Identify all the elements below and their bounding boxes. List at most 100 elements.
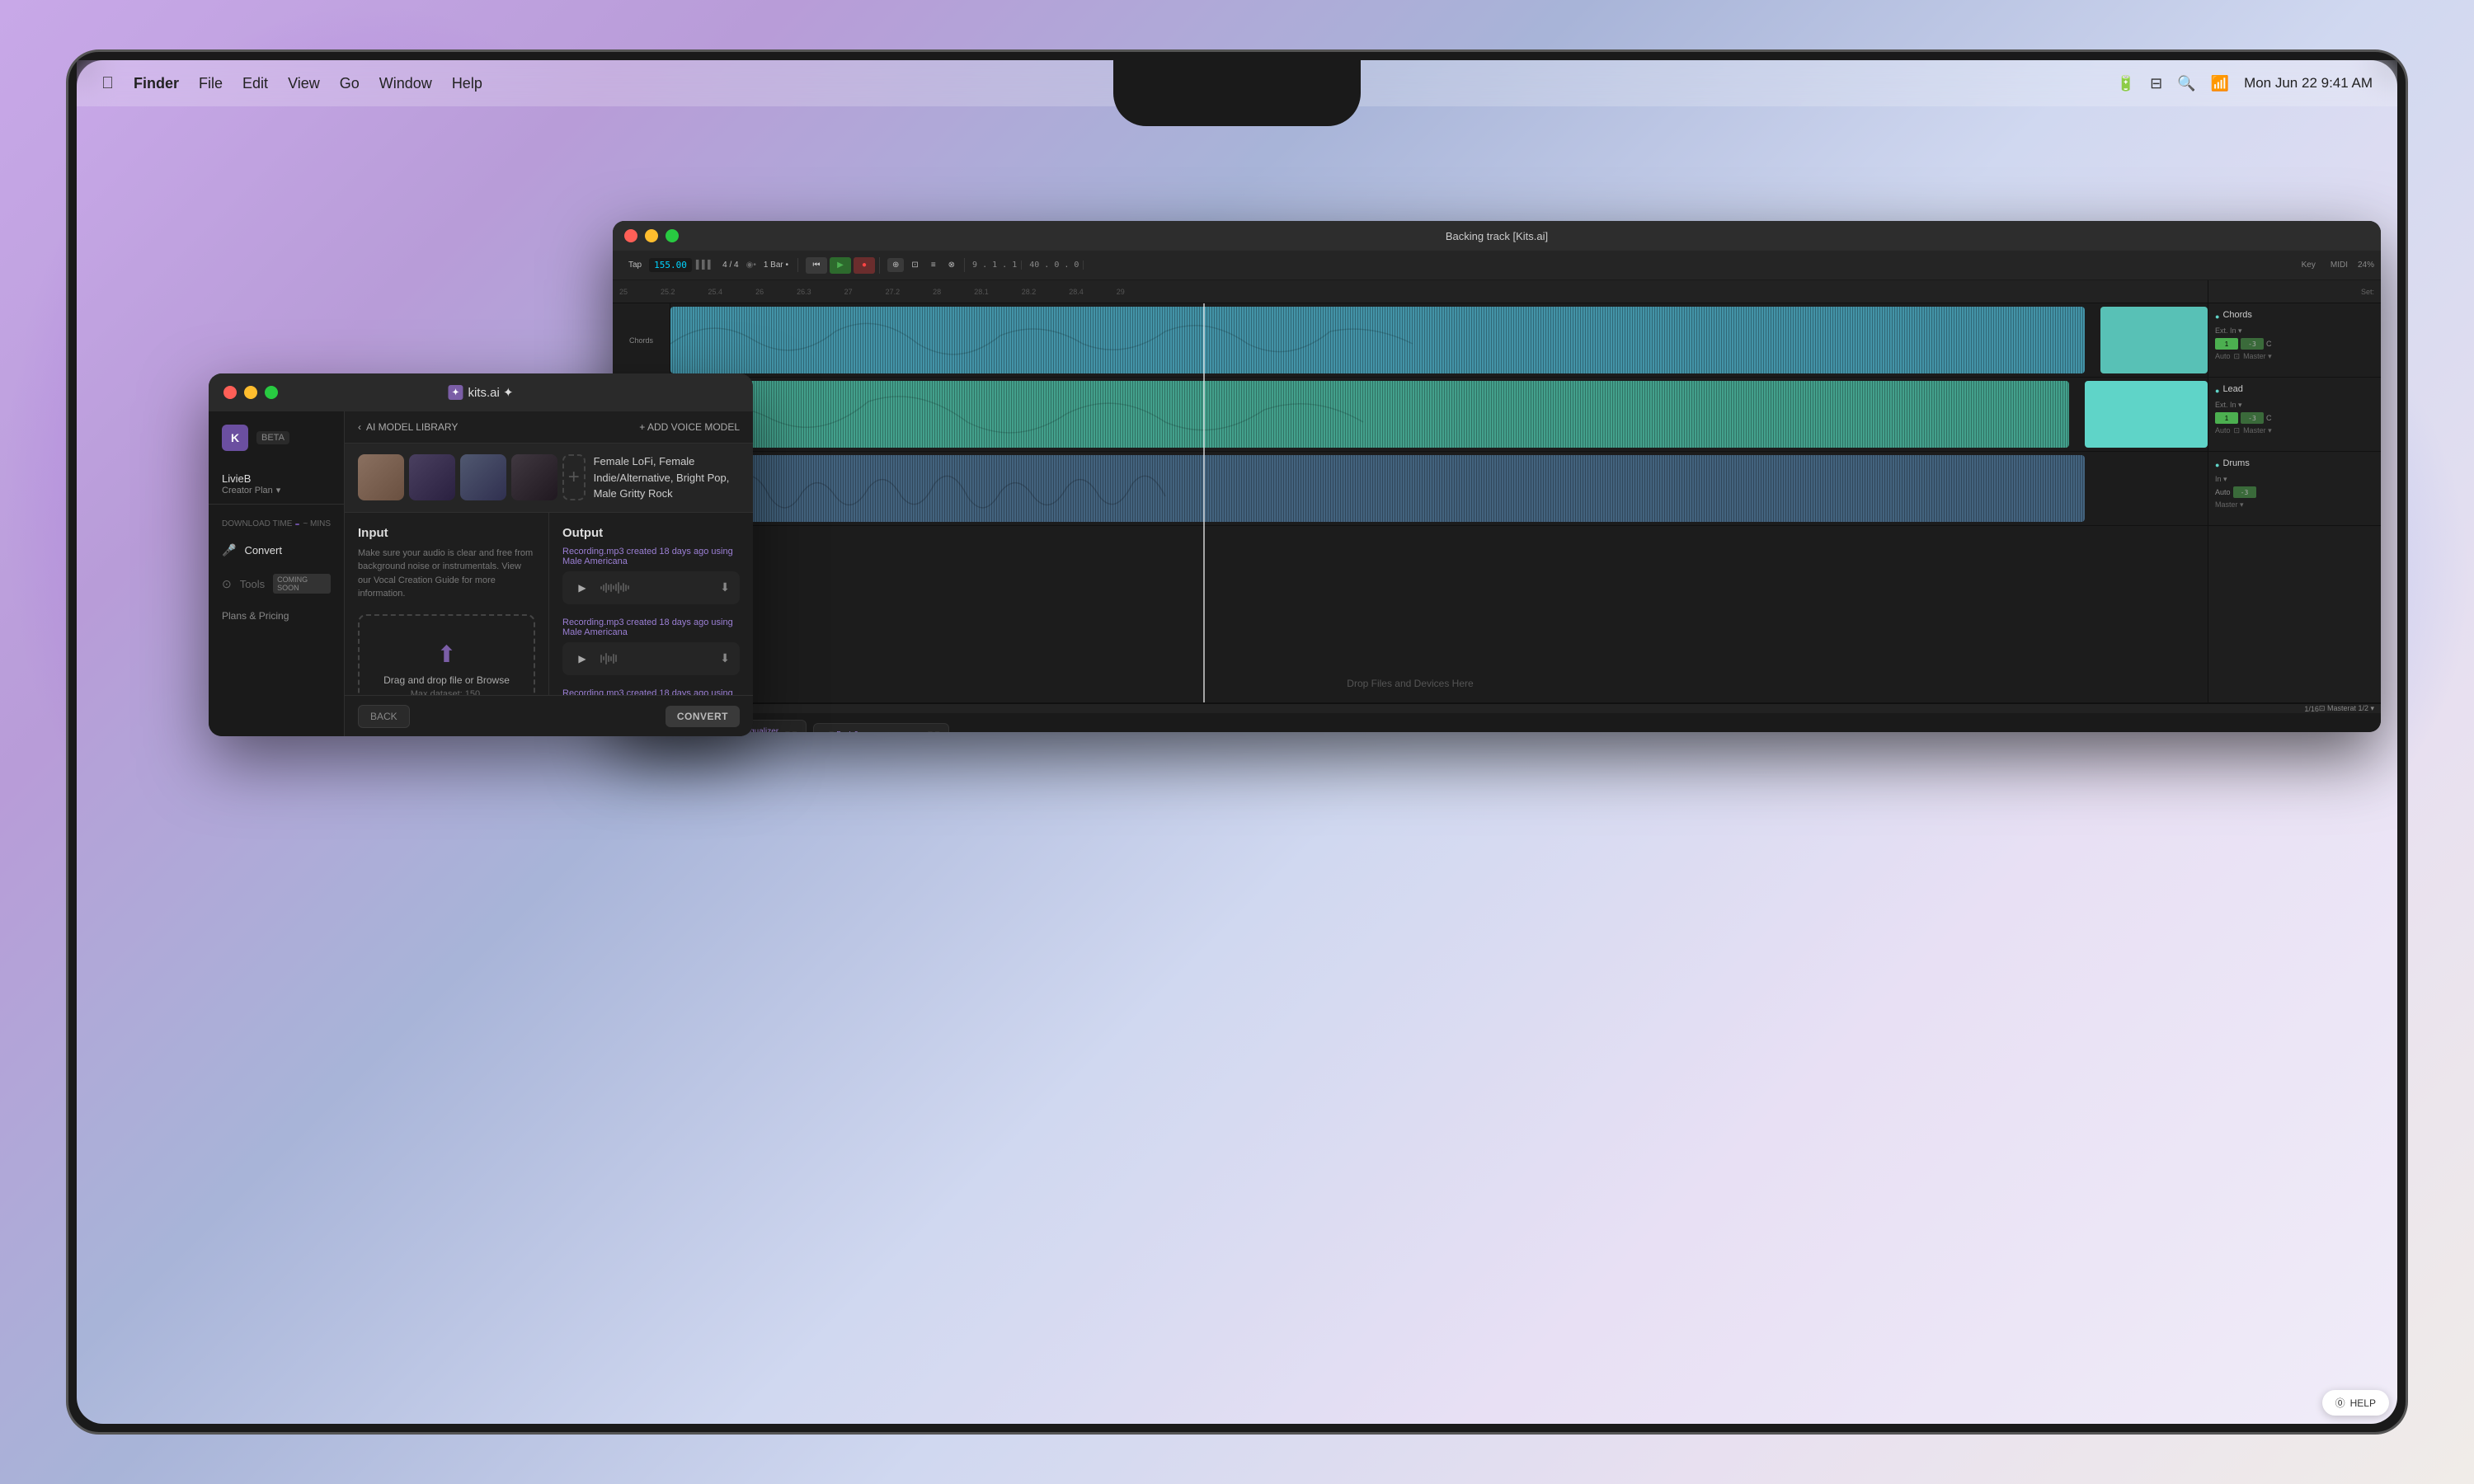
mode-btn-3[interactable]: ≡ bbox=[926, 258, 941, 272]
toolbar-tempo-group: Tap 155.00 ▌▌▌ 4 / 4 ◉• 1 Bar • bbox=[619, 258, 798, 272]
download-time: DOWNLOAD TIME ~ MINS bbox=[209, 513, 344, 535]
waveform-bar bbox=[615, 584, 617, 591]
logic-pos-bar: tor ● ⊡ 0:40 0:41 0:42 0:43 1/16 ⊡ Maste… bbox=[613, 703, 2381, 713]
waveform-1 bbox=[600, 581, 712, 594]
drop-text: Drag and drop file or Browse bbox=[376, 674, 517, 686]
logic-window: Backing track [Kits.ai] Tap 155.00 ▌▌▌ 4… bbox=[613, 221, 2381, 732]
menubar-clock: Mon Jun 22 9:41 AM bbox=[2244, 75, 2373, 92]
drums-track-content[interactable] bbox=[670, 452, 2208, 525]
model-card-3[interactable] bbox=[460, 454, 506, 500]
user-info: LivieB Creator Plan ▾ bbox=[209, 464, 344, 505]
play-button-2[interactable]: ▶ bbox=[572, 649, 592, 669]
drums-track-row: Drums bbox=[613, 452, 2208, 526]
add-model-card-button[interactable]: + bbox=[562, 454, 586, 500]
logic-sidebar: Set: ● Chords Ext. In ▾ 1 -3 C bbox=[2208, 280, 2381, 702]
logic-traffic-lights[interactable] bbox=[624, 229, 679, 242]
add-voice-model-button[interactable]: + ADD VOICE MODEL bbox=[639, 421, 740, 433]
logic-toolbar: Tap 155.00 ▌▌▌ 4 / 4 ◉• 1 Bar • ⏮ ▶ ● ⊕ … bbox=[613, 251, 2381, 280]
key-btn[interactable]: Key bbox=[2297, 258, 2321, 272]
chords-track-label: Chords bbox=[613, 303, 670, 377]
waveform-bar bbox=[605, 583, 607, 593]
display-group: 40 . 0 . 0 bbox=[1025, 261, 1084, 270]
model-card-1[interactable] bbox=[358, 454, 404, 500]
time-sig-btn[interactable]: 4 / 4 bbox=[717, 258, 743, 272]
back-button[interactable]: BACK bbox=[358, 705, 410, 728]
waveform-bar bbox=[610, 584, 612, 592]
drop-files-text: Drop Files and Devices Here bbox=[1347, 678, 1473, 689]
toolbar-right: Key MIDI 24% bbox=[2297, 258, 2374, 272]
menubar-view[interactable]: View bbox=[288, 75, 320, 92]
lead-track-content[interactable] bbox=[670, 378, 2208, 451]
play-button-1[interactable]: ▶ bbox=[572, 578, 592, 598]
midi-btn[interactable]: MIDI bbox=[2326, 258, 2353, 272]
kits-logo-icon: ✦ bbox=[448, 385, 463, 400]
chords-track-sidebar-name: Chords bbox=[2222, 310, 2251, 320]
menubar-help[interactable]: Help bbox=[452, 75, 482, 92]
chords-track-content[interactable] bbox=[670, 303, 2208, 377]
waveform-bar bbox=[603, 585, 604, 591]
menubar-go[interactable]: Go bbox=[340, 75, 360, 92]
chords-track-row: Chords bbox=[613, 303, 2208, 378]
user-plan: Creator Plan ▾ bbox=[222, 485, 331, 495]
audio-player-1: ▶ bbox=[562, 571, 740, 604]
kits-fullscreen-button[interactable] bbox=[265, 386, 278, 399]
kits-minimize-button[interactable] bbox=[244, 386, 257, 399]
logic-close-button[interactable] bbox=[624, 229, 637, 242]
chords-block[interactable] bbox=[670, 307, 2085, 373]
sidebar-item-tools[interactable]: ⊙ Tools COMING SOON bbox=[209, 566, 344, 602]
download-button-1[interactable]: ⬇ bbox=[720, 580, 730, 594]
ai-model-library-button[interactable]: ‹ AI MODEL LIBRARY bbox=[358, 421, 458, 433]
bar-position[interactable]: 1 Bar • bbox=[759, 258, 793, 272]
menubar-file[interactable]: File bbox=[199, 75, 223, 92]
output-item-2: Recording.mp3 created 18 days ago using … bbox=[562, 618, 740, 675]
chords-block-2[interactable] bbox=[2100, 307, 2208, 373]
drums-block[interactable] bbox=[670, 455, 2085, 522]
logic-minimize-button[interactable] bbox=[645, 229, 658, 242]
sidebar-item-convert[interactable]: 🎤 Convert bbox=[209, 535, 344, 566]
model-card-4[interactable] bbox=[511, 454, 557, 500]
logic-fullscreen-button[interactable] bbox=[666, 229, 679, 242]
waveform-bar bbox=[608, 655, 609, 662]
toolbar-tap-btn[interactable]: Tap bbox=[623, 258, 647, 272]
logic-sidebar-lead: ● Lead Ext. In ▾ 1 -3 C Auto⊡ Master ▾ bbox=[2208, 378, 2381, 452]
rewind-button[interactable]: ⏮ bbox=[806, 257, 827, 274]
tempo-display[interactable]: 155.00 bbox=[649, 258, 692, 272]
plans-pricing-link[interactable]: Plans & Pricing bbox=[209, 602, 344, 630]
kits-close-button[interactable] bbox=[223, 386, 237, 399]
drums-track-sidebar-name: Drums bbox=[2222, 458, 2249, 468]
lead-block[interactable] bbox=[670, 381, 2069, 448]
chevron-down-icon[interactable]: ▾ bbox=[276, 485, 281, 495]
record-button[interactable]: ● bbox=[854, 257, 875, 274]
model-description: Female LoFi, Female Indie/Alternative, B… bbox=[594, 453, 740, 502]
search-icon[interactable]: 🔍 bbox=[2177, 75, 2195, 92]
waveform-bar bbox=[620, 585, 622, 590]
mode-btn-1[interactable]: ⊕ bbox=[887, 258, 904, 272]
menubar-window[interactable]: Window bbox=[379, 75, 432, 92]
plugin-controls: tor ● ⊡ ⊡ Neutron 4 Equalizer bbox=[613, 713, 2381, 732]
menubar-edit[interactable]: Edit bbox=[242, 75, 268, 92]
model-card-image-2 bbox=[409, 454, 455, 500]
mode-btn-4[interactable]: ⊗ bbox=[943, 258, 960, 272]
kits-traffic-lights[interactable] bbox=[223, 386, 278, 399]
tools-icon: ⊙ bbox=[222, 577, 232, 591]
menubar-app-name[interactable]: Finder bbox=[134, 75, 179, 92]
convert-nav-label: Convert bbox=[244, 544, 282, 556]
waveform-bar bbox=[613, 585, 614, 589]
ruler-mark: 29 bbox=[1117, 288, 1125, 296]
input-title: Input bbox=[358, 526, 535, 540]
kits-header-bar: ‹ AI MODEL LIBRARY + ADD VOICE MODEL bbox=[345, 411, 753, 444]
kits-bottom-bar: BACK CONVERT bbox=[345, 695, 753, 736]
tracks-container: Chords bbox=[613, 303, 2208, 702]
help-button[interactable]: ⓪ HELP bbox=[2322, 1390, 2389, 1416]
logic-tracks-area: 25 25.2 25.4 26 26.3 27 27.2 28 28.1 28.… bbox=[613, 280, 2208, 702]
lead-block-2[interactable] bbox=[2085, 381, 2208, 448]
convert-button[interactable]: CONVERT bbox=[666, 706, 740, 727]
model-card-image-4 bbox=[511, 454, 557, 500]
download-button-2[interactable]: ⬇ bbox=[720, 651, 730, 665]
ruler-mark: 28.1 bbox=[974, 288, 989, 296]
waveform-bar bbox=[625, 585, 627, 591]
ruler-mark: 27 bbox=[844, 288, 853, 296]
mode-btn-2[interactable]: ⊡ bbox=[906, 258, 923, 272]
play-button[interactable]: ▶ bbox=[830, 257, 851, 274]
model-card-2[interactable] bbox=[409, 454, 455, 500]
